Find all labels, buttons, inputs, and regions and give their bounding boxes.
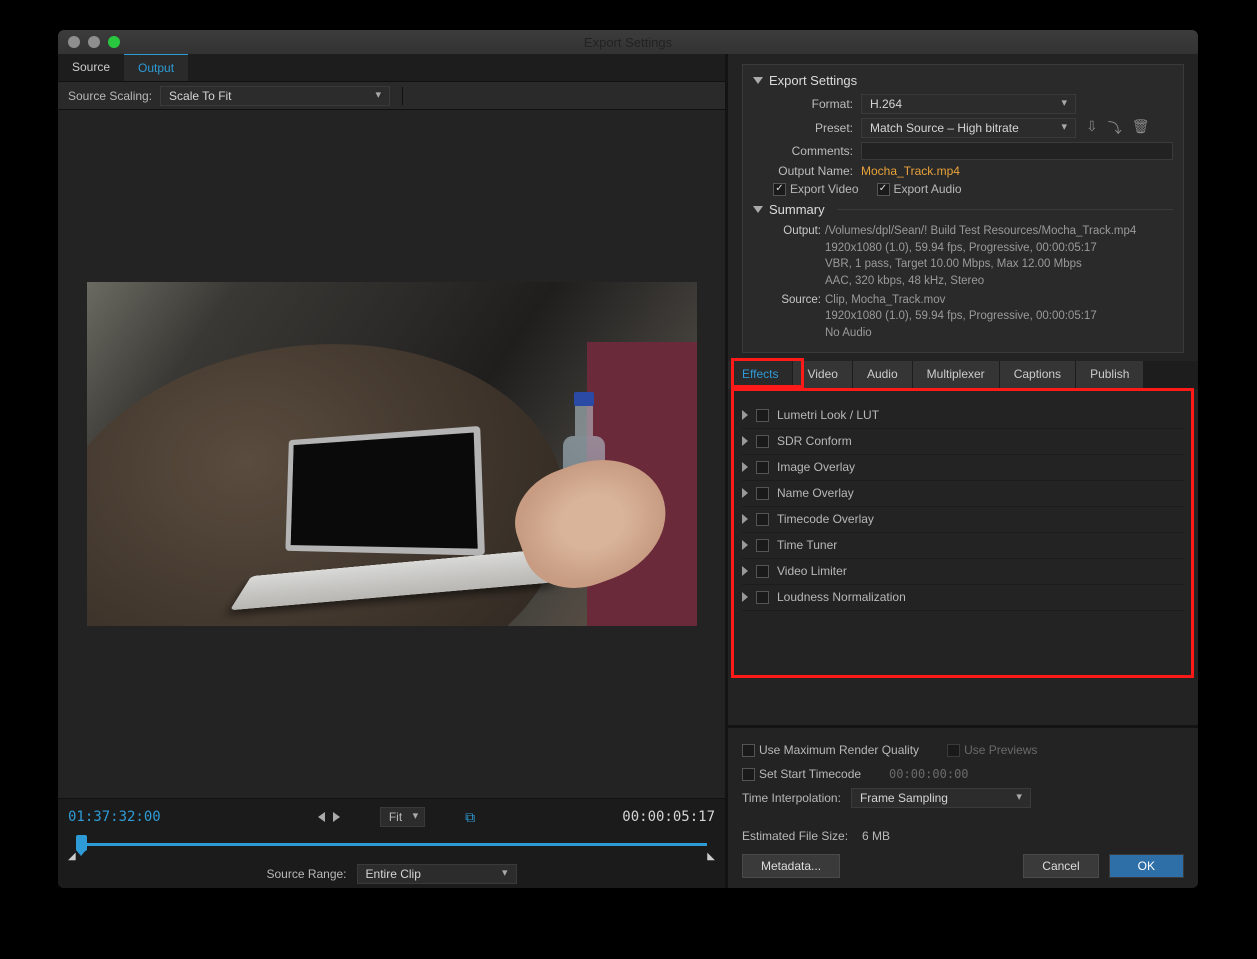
render-options: Use Maximum Render Quality Use Previews … xyxy=(728,725,1198,888)
preview-tabs: Source Output xyxy=(58,54,725,82)
chevron-right-icon xyxy=(742,462,748,472)
export-video-checkbox[interactable]: ✓Export Video xyxy=(773,182,859,196)
effect-checkbox[interactable] xyxy=(756,487,769,500)
duration-timecode: 00:00:05:17 xyxy=(615,809,715,825)
start-timecode-value: 00:00:00:00 xyxy=(889,767,968,781)
export-settings-panel: Export Settings Format: H.264 Preset: Ma… xyxy=(742,64,1184,353)
cancel-button[interactable]: Cancel xyxy=(1023,854,1098,878)
effect-checkbox[interactable] xyxy=(756,591,769,604)
tab-captions[interactable]: Captions xyxy=(1000,361,1076,389)
chevron-right-icon xyxy=(742,488,748,498)
save-preset-icon[interactable]: ⇩ xyxy=(1086,118,1098,138)
chevron-right-icon xyxy=(742,410,748,420)
ok-button[interactable]: OK xyxy=(1109,854,1184,878)
preset-label: Preset: xyxy=(753,121,853,135)
playhead[interactable] xyxy=(76,835,87,851)
effect-checkbox[interactable] xyxy=(756,513,769,526)
effect-video-limiter[interactable]: Video Limiter xyxy=(742,559,1184,585)
effect-name-overlay[interactable]: Name Overlay xyxy=(742,481,1184,507)
export-settings-heading: Export Settings xyxy=(769,73,857,88)
output-name-label: Output Name: xyxy=(753,164,853,178)
effect-checkbox[interactable] xyxy=(756,539,769,552)
tab-effects[interactable]: Effects xyxy=(728,361,793,389)
export-audio-checkbox[interactable]: ✓Export Audio xyxy=(877,182,962,196)
effect-loudness-normalization[interactable]: Loudness Normalization xyxy=(742,585,1184,611)
metadata-button[interactable]: Metadata... xyxy=(742,854,840,878)
titlebar: Export Settings xyxy=(58,30,1198,54)
out-point-handle[interactable]: ◣ xyxy=(707,851,715,862)
preview-image xyxy=(87,282,697,626)
current-timecode[interactable]: 01:37:32:00 xyxy=(68,809,178,825)
effect-timecode-overlay[interactable]: Timecode Overlay xyxy=(742,507,1184,533)
summary-source: Source:Clip, Mocha_Track.mov 1920x1080 (… xyxy=(773,292,1173,342)
import-preset-icon[interactable]: ⤵ xyxy=(1108,118,1122,138)
summary-output: Output:/Volumes/dpl/Sean/! Build Test Re… xyxy=(773,223,1173,290)
time-interpolation-label: Time Interpolation: xyxy=(742,791,841,805)
format-dropdown[interactable]: H.264 xyxy=(861,94,1076,114)
format-label: Format: xyxy=(753,97,853,111)
chevron-right-icon xyxy=(742,566,748,576)
source-range-label: Source Range: xyxy=(266,867,346,881)
chevron-right-icon xyxy=(742,592,748,602)
source-scaling-dropdown[interactable]: Scale To Fit xyxy=(160,86,390,106)
export-settings-window: Export Settings Source Output Source Sca… xyxy=(58,30,1198,888)
max-render-quality-checkbox[interactable]: Use Maximum Render Quality xyxy=(742,743,919,757)
chevron-down-icon[interactable] xyxy=(753,77,763,84)
tab-source[interactable]: Source xyxy=(58,54,124,81)
effects-panel: Lumetri Look / LUT SDR Conform Image Ove… xyxy=(728,389,1198,651)
comments-input[interactable] xyxy=(861,142,1173,160)
settings-tabs: Effects Video Audio Multiplexer Captions… xyxy=(728,361,1198,389)
tab-video[interactable]: Video xyxy=(793,361,852,389)
effect-checkbox[interactable] xyxy=(756,435,769,448)
tab-output[interactable]: Output xyxy=(124,54,188,81)
time-interpolation-dropdown[interactable]: Frame Sampling xyxy=(851,788,1031,808)
in-point-handle[interactable]: ◢ xyxy=(68,851,76,862)
effect-image-overlay[interactable]: Image Overlay xyxy=(742,455,1184,481)
chevron-right-icon xyxy=(742,514,748,524)
aspect-ratio-icon[interactable]: ⧉ xyxy=(465,809,475,826)
prev-frame-button[interactable] xyxy=(318,812,325,822)
source-range-dropdown[interactable]: Entire Clip xyxy=(357,864,517,884)
set-start-timecode-checkbox[interactable]: Set Start Timecode xyxy=(742,767,861,781)
playbar: 01:37:32:00 Fit ⧉ 00:00:05:17 ◢ xyxy=(58,798,725,888)
effect-sdr-conform[interactable]: SDR Conform xyxy=(742,429,1184,455)
effect-lumetri[interactable]: Lumetri Look / LUT xyxy=(742,403,1184,429)
chevron-right-icon xyxy=(742,540,748,550)
chevron-right-icon xyxy=(742,436,748,446)
effect-checkbox[interactable] xyxy=(756,461,769,474)
effect-time-tuner[interactable]: Time Tuner xyxy=(742,533,1184,559)
preview-area xyxy=(58,110,725,798)
zoom-dropdown[interactable]: Fit xyxy=(380,807,425,827)
chevron-down-icon[interactable] xyxy=(753,206,763,213)
tab-publish[interactable]: Publish xyxy=(1076,361,1144,389)
tab-audio[interactable]: Audio xyxy=(853,361,913,389)
next-frame-button[interactable] xyxy=(333,812,340,822)
delete-preset-icon[interactable]: 🗑 xyxy=(1132,118,1150,138)
estimated-size-label: Estimated File Size: xyxy=(742,829,848,843)
estimated-size-value: 6 MB xyxy=(862,829,890,843)
preset-dropdown[interactable]: Match Source – High bitrate xyxy=(861,118,1076,138)
output-name-link[interactable]: Mocha_Track.mp4 xyxy=(861,164,960,178)
comments-label: Comments: xyxy=(753,144,853,158)
source-scaling-label: Source Scaling: xyxy=(68,89,152,103)
effect-checkbox[interactable] xyxy=(756,565,769,578)
use-previews-checkbox[interactable]: Use Previews xyxy=(947,743,1037,757)
window-title: Export Settings xyxy=(58,35,1198,50)
summary-heading: Summary xyxy=(769,202,825,217)
tab-multiplexer[interactable]: Multiplexer xyxy=(913,361,1000,389)
timeline[interactable]: ◢ ◣ xyxy=(68,833,715,855)
effect-checkbox[interactable] xyxy=(756,409,769,422)
